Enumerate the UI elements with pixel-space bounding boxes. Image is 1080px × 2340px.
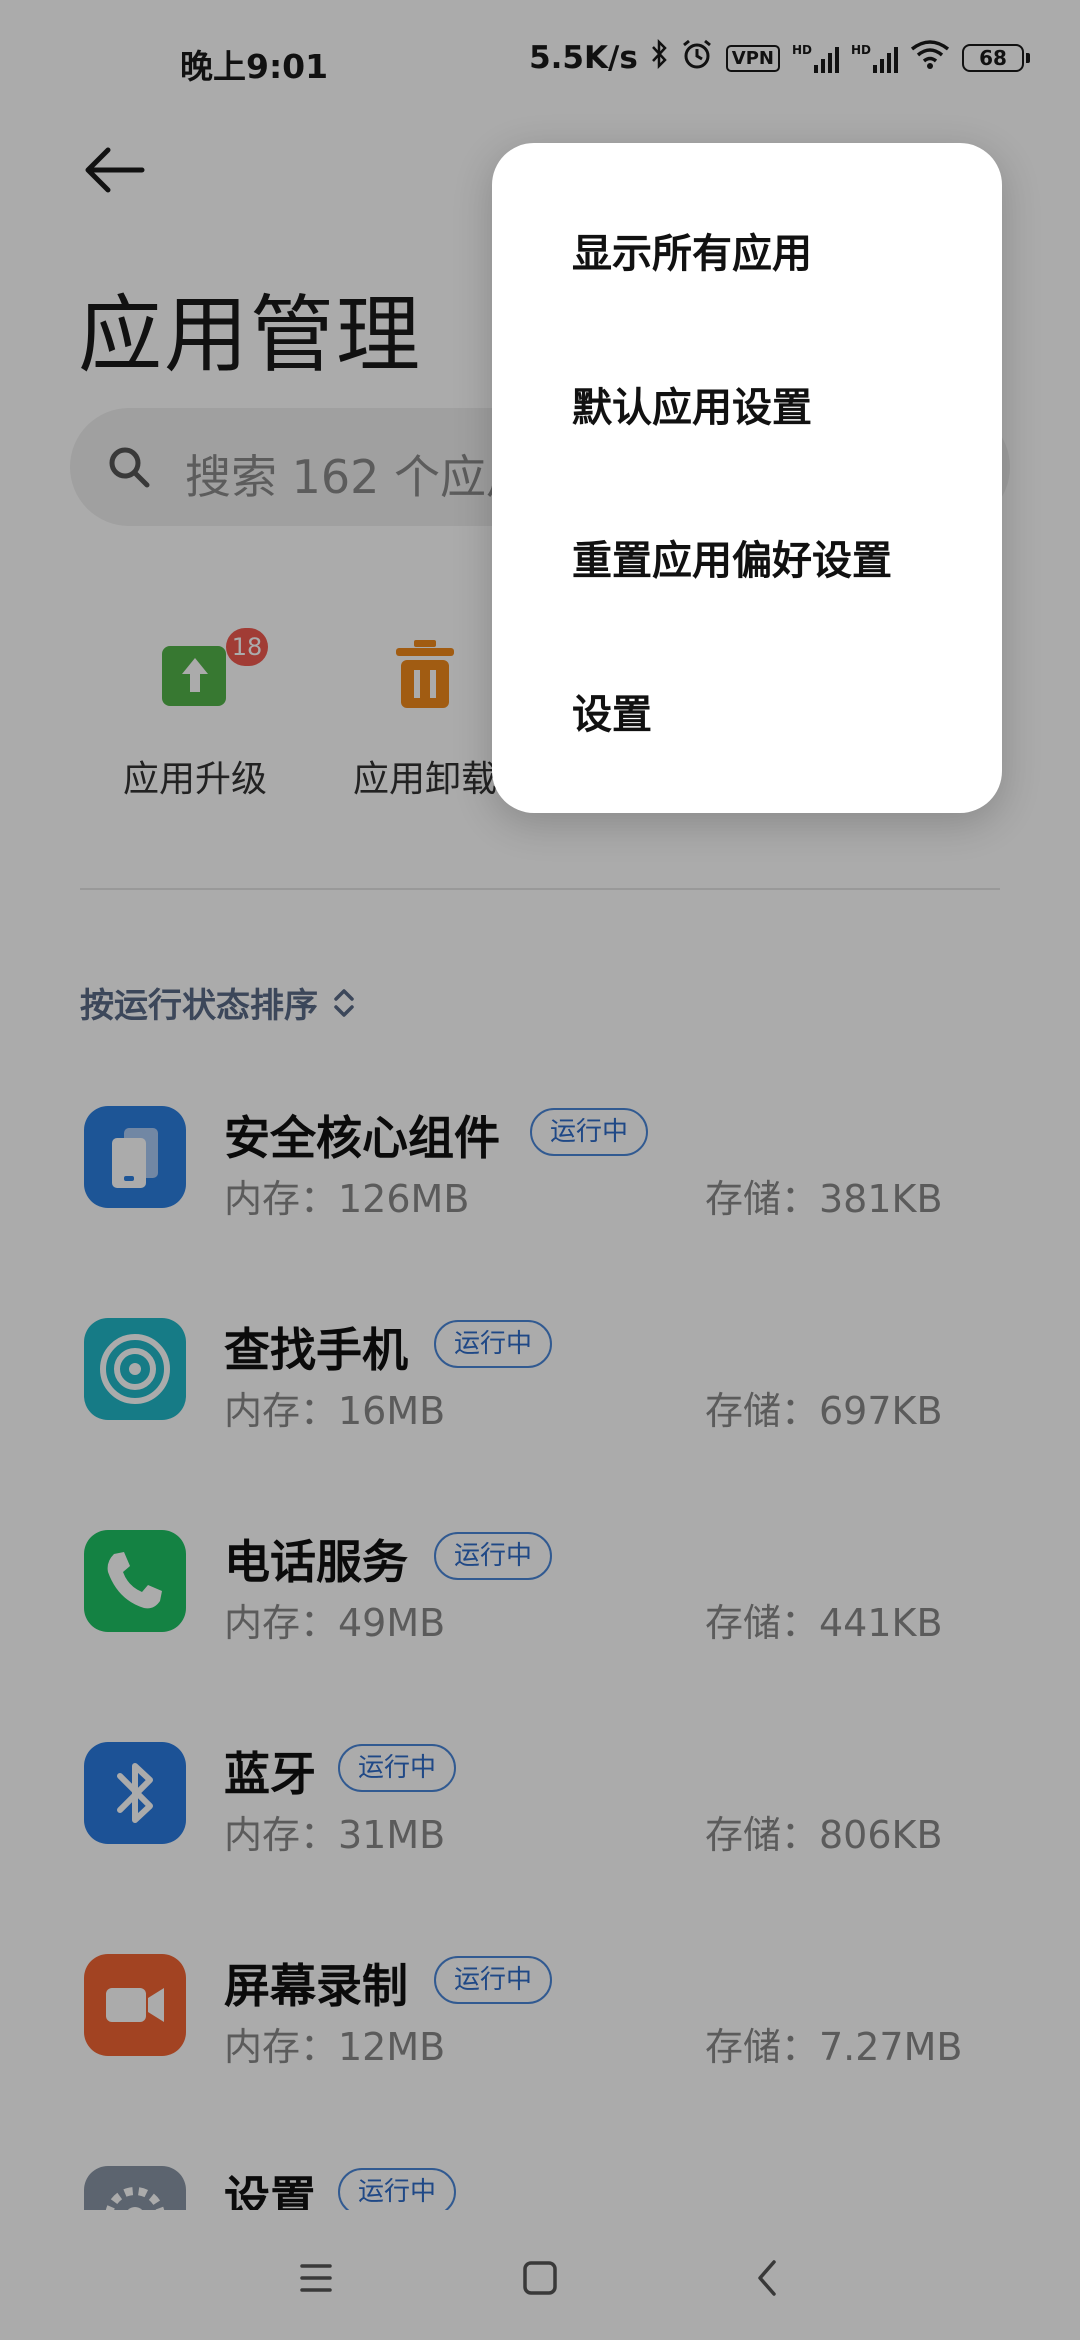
menu-item-reset-preferences[interactable]: 重置应用偏好设置 [572,528,892,586]
menu-item-default-apps[interactable]: 默认应用设置 [572,375,812,433]
overflow-menu: 显示所有应用 默认应用设置 重置应用偏好设置 设置 [492,143,1002,813]
menu-item-settings[interactable]: 设置 [572,682,652,740]
menu-item-show-all-apps[interactable]: 显示所有应用 [572,221,812,279]
